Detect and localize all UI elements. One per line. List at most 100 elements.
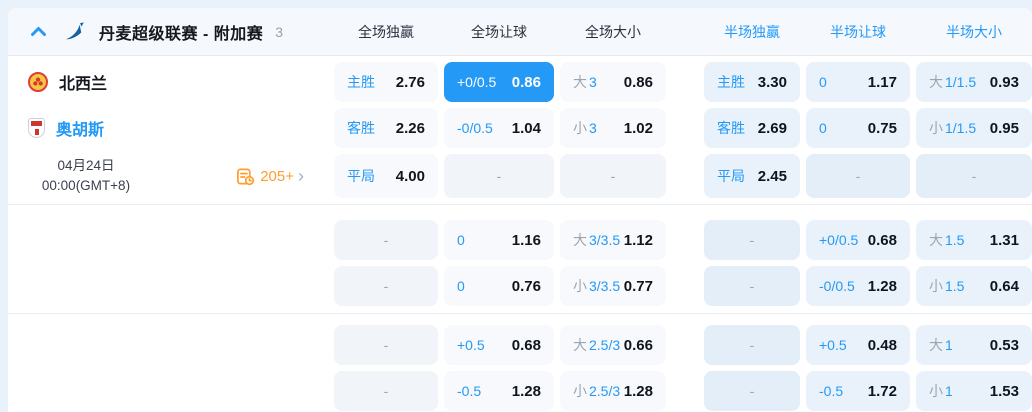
odds-cell[interactable]: 0 0.76 (444, 266, 554, 306)
match-datetime: 04月24日 00:00(GMT+8) (20, 156, 152, 196)
left-pane-empty (8, 220, 328, 260)
odds-label: -0.5 (457, 383, 482, 399)
column-header-half-handicap: 半场让球 (830, 23, 886, 40)
odds-label: 主胜 (717, 74, 745, 90)
odds-label: -0.5 (819, 383, 844, 399)
odds-value: 1.04 (511, 119, 541, 137)
odds-label: 大 2.5/3 (573, 335, 620, 355)
odds-cell[interactable]: +0/0.5 0.68 (806, 220, 910, 260)
away-team-name: 奥胡斯 (56, 122, 105, 139)
main-match-group: 北西兰 主胜 2.76 +0/0.5 0.86 大 3 0.86 主胜 3.30 0 1.17 大 1/… (8, 56, 1032, 204)
odds-cell[interactable]: -0/0.5 1.28 (806, 266, 910, 306)
ou-direction: 小 (929, 120, 943, 136)
match-count-badge: 3 (275, 23, 284, 40)
ou-direction: 小 (573, 120, 587, 136)
odds-cell[interactable]: +0.5 0.68 (444, 325, 554, 365)
odds-cell-empty: - (704, 325, 800, 365)
odds-value: 0.93 (989, 73, 1019, 91)
odds-label: +0/0.5 (457, 74, 497, 90)
ou-line: 1/1.5 (945, 120, 977, 136)
odds-label: 大 1.5 (929, 230, 964, 250)
home-team-row[interactable]: 北西兰 (8, 62, 328, 102)
odds-label: 小 3/3.5 (573, 276, 620, 296)
odds-value: 1.53 (989, 382, 1019, 400)
odds-cell[interactable]: +0/0.5 0.86 (444, 62, 554, 102)
odds-value: 0.68 (511, 336, 541, 354)
odds-cell[interactable]: 小 1/1.5 0.95 (916, 108, 1032, 148)
odds-cell[interactable]: 客胜 2.26 (334, 108, 438, 148)
odds-cell[interactable]: 小 2.5/3 1.28 (560, 371, 666, 411)
odds-cell-empty: - (806, 154, 910, 198)
odds-label: 平局 (347, 168, 375, 184)
odds-value: 0.53 (989, 336, 1019, 354)
odds-cell[interactable]: 小 3 1.02 (560, 108, 666, 148)
ou-line: 1/1.5 (945, 74, 977, 90)
alt-lines-group-1: -0 1.16 大 3/3.5 1.12- +0/0.5 0.68 大 1.5 1.31 -0 0.… (8, 204, 1032, 313)
away-team-row[interactable]: 奥胡斯 (8, 108, 328, 148)
odds-cell-empty: - (916, 154, 1032, 198)
odds-cell[interactable]: 小 1.5 0.64 (916, 266, 1032, 306)
odds-cell[interactable]: 平局 2.45 (704, 154, 800, 198)
more-markets-link[interactable]: 205+ › (236, 167, 304, 186)
odds-label: 小 1.5 (929, 276, 964, 296)
column-header-full-win: 全场独赢 (358, 23, 414, 40)
ou-direction: 大 (573, 232, 587, 248)
odds-row: -0 0.76 小 3/3.5 0.77- -0/0.5 1.28 小 1.5 0.64 (8, 266, 1032, 306)
odds-cell[interactable]: 小 1 1.53 (916, 371, 1032, 411)
odds-cell-empty: - (444, 154, 554, 198)
odds-cell[interactable]: -0.5 1.28 (444, 371, 554, 411)
odds-cell[interactable]: -0/0.5 1.04 (444, 108, 554, 148)
ou-line: 3 (589, 120, 597, 136)
odds-cell[interactable]: 客胜 2.69 (704, 108, 800, 148)
odds-cell[interactable]: 大 2.5/3 0.66 (560, 325, 666, 365)
odds-cell[interactable]: 大 1 0.53 (916, 325, 1032, 365)
odds-cell[interactable]: 大 1.5 1.31 (916, 220, 1032, 260)
odds-cell[interactable]: +0.5 0.48 (806, 325, 910, 365)
odds-row: - -0.5 1.28 小 2.5/3 1.28- -0.5 1.72 小 1 1.53 (8, 371, 1032, 411)
column-header-full-overunder: 全场大小 (585, 23, 641, 40)
home-team-crest-icon (28, 72, 48, 92)
odds-value: 2.45 (757, 167, 787, 185)
odds-label: -0/0.5 (819, 278, 855, 294)
ou-line: 3 (589, 74, 597, 90)
ou-direction: 小 (573, 383, 587, 399)
away-odds-row: 奥胡斯 客胜 2.26 -0/0.5 1.04 小 3 1.02 客胜 2.69 0 0.75 小 1/… (8, 108, 1032, 148)
odds-cell-empty: - (334, 325, 438, 365)
odds-value: 0.86 (511, 73, 541, 91)
odds-cell[interactable]: 小 3/3.5 0.77 (560, 266, 666, 306)
odds-cell[interactable]: 主胜 3.30 (704, 62, 800, 102)
odds-value: 1.28 (623, 382, 653, 400)
odds-cell[interactable]: -0.5 1.72 (806, 371, 910, 411)
league-header: 丹麦超级联赛 - 附加赛 3 全场独赢 全场让球 全场大小 半场独赢 半场让球 … (8, 8, 1032, 56)
odds-label: 主胜 (347, 74, 375, 90)
ou-line: 1.5 (945, 278, 965, 294)
odds-cell[interactable]: 主胜 2.76 (334, 62, 438, 102)
odds-label: -0/0.5 (457, 120, 493, 136)
ou-direction: 大 (573, 337, 587, 353)
ou-line: 2.5/3 (589, 383, 621, 399)
odds-cell[interactable]: 大 1/1.5 0.93 (916, 62, 1032, 102)
odds-label: +0/0.5 (819, 232, 859, 248)
odds-label: 大 1/1.5 (929, 72, 976, 92)
odds-cell[interactable]: 0 1.16 (444, 220, 554, 260)
odds-cell[interactable]: 平局 4.00 (334, 154, 438, 198)
odds-value: 4.00 (395, 167, 425, 185)
odds-label: 小3 (573, 118, 597, 138)
odds-value: 0.76 (511, 277, 541, 295)
odds-value: 1.28 (511, 382, 541, 400)
odds-value: 1.17 (867, 73, 897, 91)
column-header-half-overunder: 半场大小 (946, 23, 1002, 40)
ou-direction: 大 (929, 74, 943, 90)
odds-label: 大1 (929, 335, 953, 355)
odds-cell[interactable]: 大 3/3.5 1.12 (560, 220, 666, 260)
odds-cell[interactable]: 0 1.17 (806, 62, 910, 102)
collapse-chevron-up-icon[interactable] (30, 26, 47, 37)
odds-cell[interactable]: 大 3 0.86 (560, 62, 666, 102)
odds-value: 0.48 (867, 336, 897, 354)
odds-value: 2.26 (395, 119, 425, 137)
odds-cell[interactable]: 0 0.75 (806, 108, 910, 148)
chevron-right-icon: › (298, 166, 304, 186)
left-pane-empty (8, 325, 328, 365)
league-header-left: 丹麦超级联赛 - 附加赛 3 (8, 20, 328, 44)
draw-odds-row: 04月24日 00:00(GMT+8) 205+ › 平局 4.00 - - 平… (8, 154, 1032, 198)
